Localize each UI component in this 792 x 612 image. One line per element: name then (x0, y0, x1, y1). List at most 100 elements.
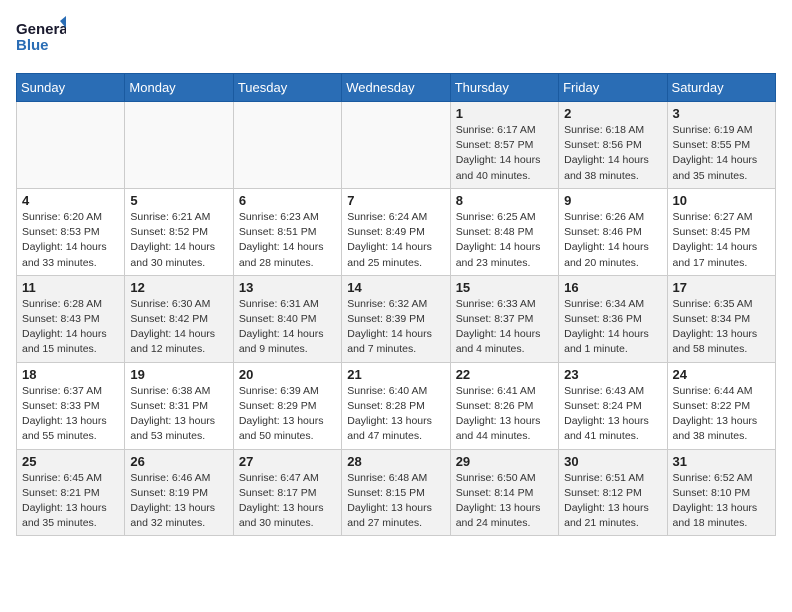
calendar-cell: 9 Sunrise: 6:26 AM Sunset: 8:46 PM Daylig… (559, 188, 667, 275)
day-number: 8 (456, 193, 553, 208)
calendar-cell: 13 Sunrise: 6:31 AM Sunset: 8:40 PM Dayli… (233, 275, 341, 362)
calendar-week-1: 1 Sunrise: 6:17 AM Sunset: 8:57 PM Daylig… (17, 102, 776, 189)
day-number: 28 (347, 454, 444, 469)
calendar-cell: 6 Sunrise: 6:23 AM Sunset: 8:51 PM Daylig… (233, 188, 341, 275)
cell-info: Sunrise: 6:31 AM Sunset: 8:40 PM Dayligh… (239, 297, 336, 358)
calendar-cell: 5 Sunrise: 6:21 AM Sunset: 8:52 PM Daylig… (125, 188, 233, 275)
calendar-cell: 20Sunrise: 6:39 AM Sunset: 8:29 PM Dayli… (233, 362, 341, 449)
day-number: 17 (673, 280, 770, 295)
calendar-cell: 26 Sunrise: 6:46 AM Sunset: 8:19 PM Dayli… (125, 449, 233, 536)
calendar-cell: 11 Sunrise: 6:28 AM Sunset: 8:43 PM Dayli… (17, 275, 125, 362)
cell-info: Sunrise: 6:50 AM Sunset: 8:14 PM Dayligh… (456, 471, 553, 532)
calendar-cell: 3Sunrise: 6:19 AM Sunset: 8:55 PM Daylig… (667, 102, 775, 189)
weekday-header-thursday: Thursday (450, 74, 558, 102)
weekday-header-friday: Friday (559, 74, 667, 102)
calendar-cell: 27Sunrise: 6:47 AM Sunset: 8:17 PM Dayli… (233, 449, 341, 536)
day-number: 12 (130, 280, 227, 295)
calendar-cell: 21 Sunrise: 6:40 AM Sunset: 8:28 PM Dayli… (342, 362, 450, 449)
day-number: 26 (130, 454, 227, 469)
weekday-header-wednesday: Wednesday (342, 74, 450, 102)
calendar-week-5: 25 Sunrise: 6:45 AM Sunset: 8:21 PM Dayli… (17, 449, 776, 536)
day-number: 9 (564, 193, 661, 208)
cell-info: Sunrise: 6:34 AM Sunset: 8:36 PM Dayligh… (564, 297, 661, 358)
cell-info: Sunrise: 6:26 AM Sunset: 8:46 PM Dayligh… (564, 210, 661, 271)
cell-info: Sunrise: 6:37 AM Sunset: 8:33 PM Dayligh… (22, 384, 119, 445)
calendar-cell: 30 Sunrise: 6:51 AM Sunset: 8:12 PM Dayli… (559, 449, 667, 536)
calendar-cell (342, 102, 450, 189)
day-number: 15 (456, 280, 553, 295)
calendar-cell: 24Sunrise: 6:44 AM Sunset: 8:22 PM Dayli… (667, 362, 775, 449)
calendar-cell: 2 Sunrise: 6:18 AM Sunset: 8:56 PM Daylig… (559, 102, 667, 189)
cell-info: Sunrise: 6:27 AM Sunset: 8:45 PM Dayligh… (673, 210, 770, 271)
weekday-header-sunday: Sunday (17, 74, 125, 102)
calendar-cell: 14Sunrise: 6:32 AM Sunset: 8:39 PM Dayli… (342, 275, 450, 362)
day-number: 22 (456, 367, 553, 382)
header: General Blue (16, 16, 776, 61)
calendar-cell (17, 102, 125, 189)
calendar-cell: 7Sunrise: 6:24 AM Sunset: 8:49 PM Daylig… (342, 188, 450, 275)
day-number: 30 (564, 454, 661, 469)
svg-text:General: General (16, 21, 66, 38)
day-number: 21 (347, 367, 444, 382)
cell-info: Sunrise: 6:46 AM Sunset: 8:19 PM Dayligh… (130, 471, 227, 532)
cell-info: Sunrise: 6:35 AM Sunset: 8:34 PM Dayligh… (673, 297, 770, 358)
day-number: 5 (130, 193, 227, 208)
day-number: 4 (22, 193, 119, 208)
cell-info: Sunrise: 6:23 AM Sunset: 8:51 PM Dayligh… (239, 210, 336, 271)
day-number: 16 (564, 280, 661, 295)
day-number: 18 (22, 367, 119, 382)
calendar-week-2: 4 Sunrise: 6:20 AM Sunset: 8:53 PM Daylig… (17, 188, 776, 275)
day-number: 7 (347, 193, 444, 208)
day-number: 2 (564, 106, 661, 121)
cell-info: Sunrise: 6:40 AM Sunset: 8:28 PM Dayligh… (347, 384, 444, 445)
day-number: 31 (673, 454, 770, 469)
logo: General Blue (16, 16, 70, 61)
day-number: 23 (564, 367, 661, 382)
cell-info: Sunrise: 6:25 AM Sunset: 8:48 PM Dayligh… (456, 210, 553, 271)
day-number: 6 (239, 193, 336, 208)
calendar-cell: 19Sunrise: 6:38 AM Sunset: 8:31 PM Dayli… (125, 362, 233, 449)
cell-info: Sunrise: 6:33 AM Sunset: 8:37 PM Dayligh… (456, 297, 553, 358)
cell-info: Sunrise: 6:32 AM Sunset: 8:39 PM Dayligh… (347, 297, 444, 358)
cell-info: Sunrise: 6:41 AM Sunset: 8:26 PM Dayligh… (456, 384, 553, 445)
calendar-cell: 23Sunrise: 6:43 AM Sunset: 8:24 PM Dayli… (559, 362, 667, 449)
svg-text:Blue: Blue (16, 37, 49, 54)
cell-info: Sunrise: 6:45 AM Sunset: 8:21 PM Dayligh… (22, 471, 119, 532)
calendar-week-4: 18 Sunrise: 6:37 AM Sunset: 8:33 PM Dayli… (17, 362, 776, 449)
cell-info: Sunrise: 6:28 AM Sunset: 8:43 PM Dayligh… (22, 297, 119, 358)
calendar-cell: 1 Sunrise: 6:17 AM Sunset: 8:57 PM Daylig… (450, 102, 558, 189)
calendar-cell: 29 Sunrise: 6:50 AM Sunset: 8:14 PM Dayli… (450, 449, 558, 536)
calendar-cell: 8 Sunrise: 6:25 AM Sunset: 8:48 PM Daylig… (450, 188, 558, 275)
calendar-cell: 15 Sunrise: 6:33 AM Sunset: 8:37 PM Dayli… (450, 275, 558, 362)
calendar-week-3: 11 Sunrise: 6:28 AM Sunset: 8:43 PM Dayli… (17, 275, 776, 362)
calendar-cell: 22 Sunrise: 6:41 AM Sunset: 8:26 PM Dayli… (450, 362, 558, 449)
day-number: 29 (456, 454, 553, 469)
day-number: 13 (239, 280, 336, 295)
calendar-cell: 12Sunrise: 6:30 AM Sunset: 8:42 PM Dayli… (125, 275, 233, 362)
calendar-cell: 4 Sunrise: 6:20 AM Sunset: 8:53 PM Daylig… (17, 188, 125, 275)
day-number: 25 (22, 454, 119, 469)
cell-info: Sunrise: 6:39 AM Sunset: 8:29 PM Dayligh… (239, 384, 336, 445)
cell-info: Sunrise: 6:52 AM Sunset: 8:10 PM Dayligh… (673, 471, 770, 532)
cell-info: Sunrise: 6:20 AM Sunset: 8:53 PM Dayligh… (22, 210, 119, 271)
cell-info: Sunrise: 6:17 AM Sunset: 8:57 PM Dayligh… (456, 123, 553, 184)
cell-info: Sunrise: 6:48 AM Sunset: 8:15 PM Dayligh… (347, 471, 444, 532)
day-number: 27 (239, 454, 336, 469)
cell-info: Sunrise: 6:38 AM Sunset: 8:31 PM Dayligh… (130, 384, 227, 445)
cell-info: Sunrise: 6:18 AM Sunset: 8:56 PM Dayligh… (564, 123, 661, 184)
day-number: 11 (22, 280, 119, 295)
calendar-cell: 28 Sunrise: 6:48 AM Sunset: 8:15 PM Dayli… (342, 449, 450, 536)
weekday-header-saturday: Saturday (667, 74, 775, 102)
day-number: 1 (456, 106, 553, 121)
day-number: 10 (673, 193, 770, 208)
calendar-cell: 10 Sunrise: 6:27 AM Sunset: 8:45 PM Dayli… (667, 188, 775, 275)
calendar-cell: 18 Sunrise: 6:37 AM Sunset: 8:33 PM Dayli… (17, 362, 125, 449)
cell-info: Sunrise: 6:21 AM Sunset: 8:52 PM Dayligh… (130, 210, 227, 271)
calendar-table: SundayMondayTuesdayWednesdayThursdayFrid… (16, 73, 776, 536)
weekday-header-monday: Monday (125, 74, 233, 102)
weekday-header-tuesday: Tuesday (233, 74, 341, 102)
day-number: 24 (673, 367, 770, 382)
cell-info: Sunrise: 6:51 AM Sunset: 8:12 PM Dayligh… (564, 471, 661, 532)
calendar-cell: 16 Sunrise: 6:34 AM Sunset: 8:36 PM Dayli… (559, 275, 667, 362)
calendar-cell (233, 102, 341, 189)
